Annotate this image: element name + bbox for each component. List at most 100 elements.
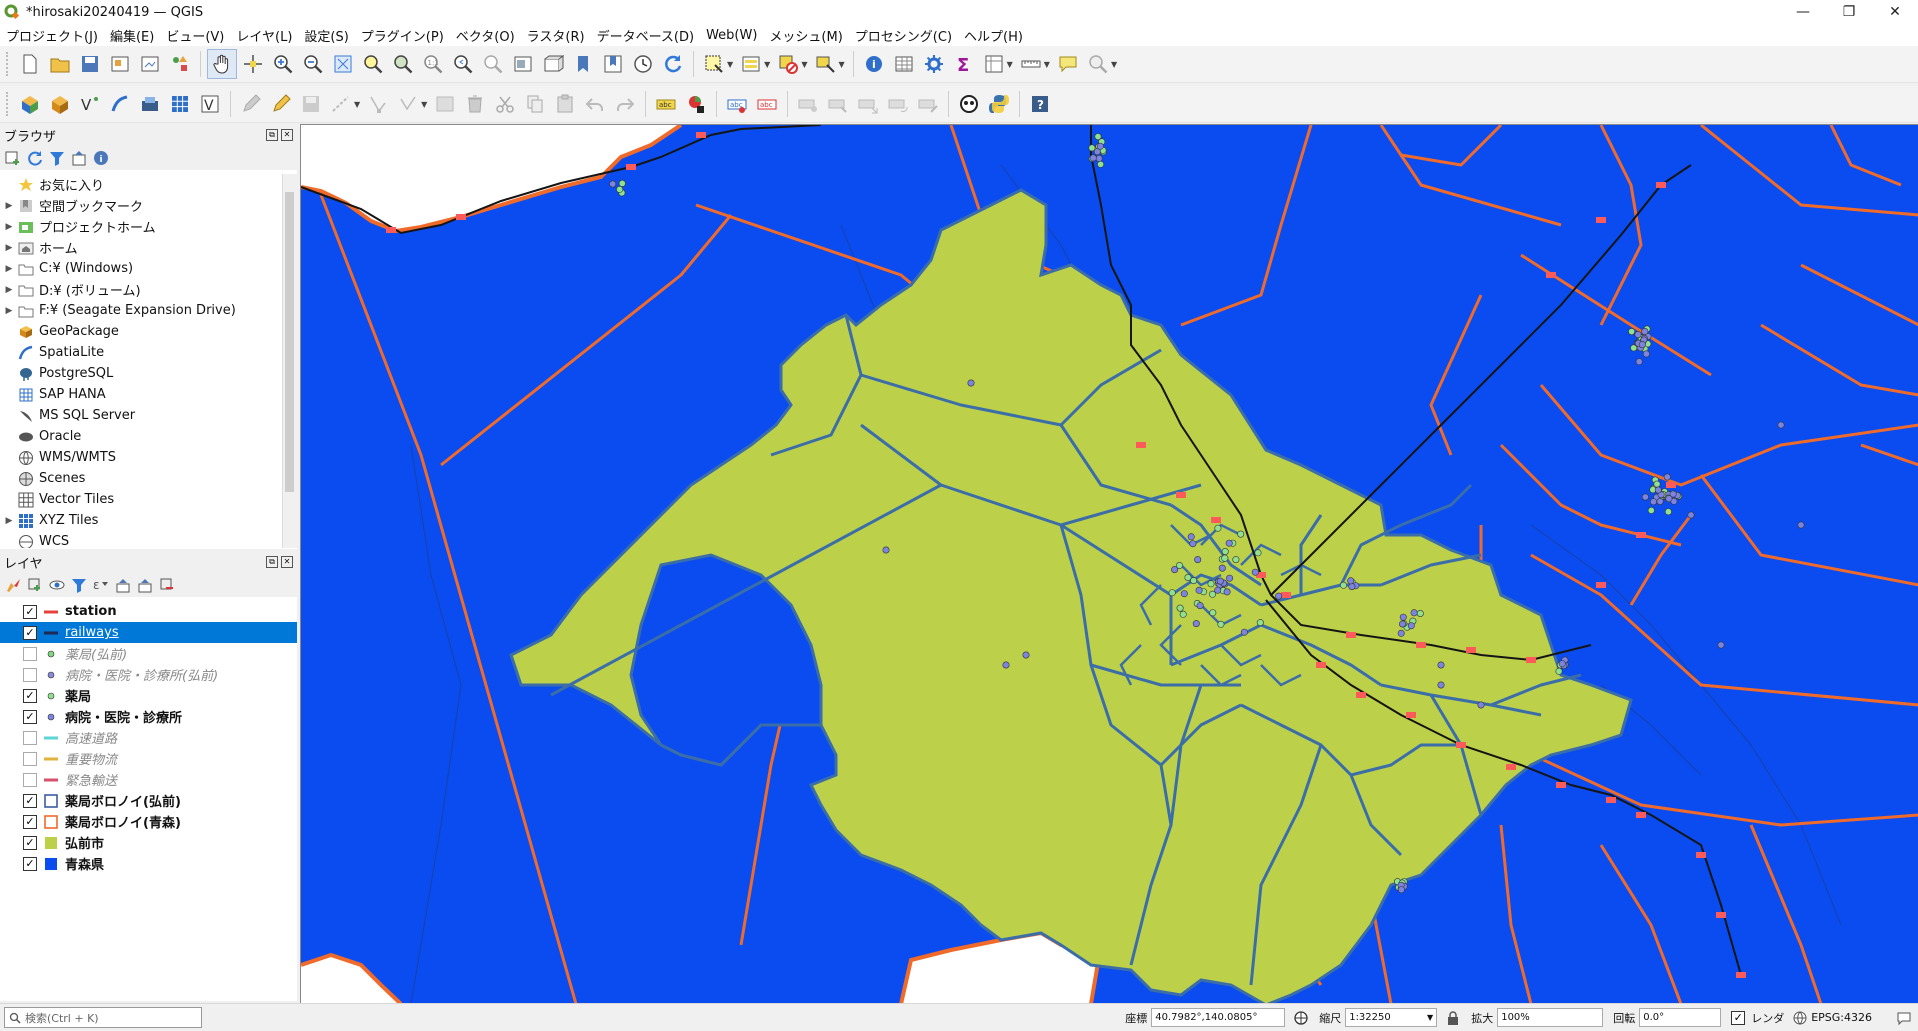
browser-item-vector-tiles[interactable]: Vector Tiles [0,489,280,510]
browser-item-home[interactable]: ▶ ホーム [0,237,280,258]
processing-toolbox-button[interactable] [920,50,948,78]
manage-visibility-icon[interactable] [48,576,66,594]
menu-edit[interactable]: 編集(E) [104,26,160,45]
float-panel-button[interactable]: ⧉ [266,129,278,141]
remove-layer-icon[interactable] [158,576,176,594]
zoom-next-button[interactable] [479,50,507,78]
layer-visibility-checkbox[interactable] [23,751,37,766]
pan-to-selection-button[interactable] [239,50,267,78]
new-print-layout-button[interactable] [106,50,134,78]
change-label-button[interactable] [914,90,942,118]
show-bookmarks-button[interactable] [599,50,627,78]
new-spatialite-layer-button[interactable] [106,90,134,118]
zoom-selection-button[interactable] [359,50,387,78]
browser-item-favorites[interactable]: お気に入り [0,174,280,195]
browser-item-spatialite[interactable]: SpatiaLite [0,342,280,363]
show-hide-labels-button[interactable] [824,90,852,118]
browser-item-project-home[interactable]: ▶ プロジェクトホーム [0,216,280,237]
new-virtual-layer-button[interactable] [136,90,164,118]
filter-legend-icon[interactable] [70,576,88,594]
minimize-button[interactable]: — [1780,0,1826,24]
menu-mesh[interactable]: メッシュ(M) [763,26,848,45]
browser-item-mssql[interactable]: MS SQL Server [0,405,280,426]
browser-item-postgresql[interactable]: PostgreSQL [0,363,280,384]
menu-layer[interactable]: レイヤ(L) [230,26,298,45]
coord-toggle-icon[interactable] [1293,1010,1309,1026]
layer-row[interactable]: ✓ 薬局ボロノイ(青森) [0,811,297,832]
layer-row[interactable]: ✓ 病院・医院・診療所 [0,706,297,727]
new-3d-view-button[interactable] [539,50,567,78]
float-panel-button[interactable]: ⧉ [266,556,278,568]
undo-button[interactable] [581,90,609,118]
layer-visibility-checkbox[interactable]: ✓ [23,814,37,829]
browser-item-drive-d[interactable]: ▶ D:¥ (ボリューム) [0,279,280,300]
map-tips-button[interactable] [1054,50,1082,78]
lock-icon[interactable] [1445,1010,1461,1026]
browser-item-spatial-bookmarks[interactable]: ▶ 空間ブックマーク [0,195,280,216]
add-group-icon[interactable] [26,576,44,594]
delete-selected-button[interactable] [461,90,489,118]
add-vector-layer-button[interactable]: V [196,90,224,118]
browser-item-scenes[interactable]: Scenes [0,468,280,489]
python-console-button[interactable] [985,90,1013,118]
collapse-all-icon[interactable] [136,576,154,594]
menu-plugins[interactable]: プラグイン(P) [355,26,450,45]
layer-visibility-checkbox[interactable]: ✓ [23,793,37,808]
save-edits-button[interactable] [297,90,325,118]
deselect-all-button[interactable] [774,50,802,78]
layer-visibility-checkbox[interactable]: ✓ [23,856,37,871]
crs-globe-icon[interactable] [1792,1010,1808,1026]
layer-row[interactable]: 高速道路 [0,727,297,748]
layout-manager-button[interactable] [136,50,164,78]
copy-features-button[interactable] [521,90,549,118]
layer-row[interactable]: ✓ 弘前市 [0,832,297,853]
close-panel-button[interactable]: ✕ [281,556,293,568]
browser-item-xyz-tiles[interactable]: ▶ XYZ Tiles [0,510,280,531]
layer-row[interactable]: ✓ 薬局 [0,685,297,706]
map-canvas[interactable] [300,124,1918,1004]
modify-attributes-button[interactable] [431,90,459,118]
new-bookmark-button[interactable] [569,50,597,78]
info-icon[interactable]: i [92,149,110,167]
browser-item-sap-hana[interactable]: SAP HANA [0,384,280,405]
filter-expression-icon[interactable]: ε [92,576,110,594]
layer-labeling-button[interactable]: abc [723,90,751,118]
select-by-value-button[interactable] [737,50,765,78]
save-project-button[interactable] [76,50,104,78]
browser-item-wms[interactable]: WMS/WMTS [0,447,280,468]
layer-row[interactable]: ✓ station [0,601,297,622]
refresh-icon[interactable] [26,149,44,167]
zoom-layer-button[interactable] [389,50,417,78]
layer-row[interactable]: ✓ 青森県 [0,853,297,874]
measure-button[interactable] [1017,50,1045,78]
crs-label[interactable]: EPSG:4326 [1811,1011,1872,1024]
maximize-button[interactable]: ❐ [1826,0,1872,24]
menu-web[interactable]: Web(W) [700,28,763,43]
move-label-button[interactable] [854,90,882,118]
menu-settings[interactable]: 設定(S) [298,26,354,45]
close-panel-button[interactable]: ✕ [281,129,293,141]
locator-button[interactable] [1084,50,1112,78]
scale-combobox[interactable]: 1:32250 ▼ [1345,1008,1438,1027]
pin-labels-button[interactable] [794,90,822,118]
diagram-tool-button[interactable] [682,90,710,118]
vertex-tool-button[interactable] [364,90,392,118]
messages-icon[interactable] [1896,1010,1912,1026]
add-layer-icon[interactable] [4,149,22,167]
paste-features-button[interactable] [551,90,579,118]
style-manager-button[interactable] [166,50,194,78]
coord-field[interactable]: 40.7982°,140.0805° [1151,1008,1286,1027]
menu-help[interactable]: ヘルプ(H) [958,26,1029,45]
vertex-tool-options-button[interactable] [394,90,422,118]
new-geopackage-layer-button[interactable] [46,90,74,118]
layer-row[interactable]: 病院・医院・診療所(弘前) [0,664,297,685]
layer-visibility-checkbox[interactable]: ✓ [23,604,37,619]
browser-item-oracle[interactable]: Oracle [0,426,280,447]
layer-row[interactable]: ✓ railways [0,622,297,643]
add-raster-layer-button[interactable] [166,90,194,118]
rotation-spinbox[interactable]: 0.0° [1639,1008,1722,1027]
browser-item-geopackage[interactable]: GeoPackage [0,321,280,342]
data-source-manager-button[interactable] [16,90,44,118]
menu-view[interactable]: ビュー(V) [160,26,230,45]
label-tool-button[interactable]: abc [652,90,680,118]
